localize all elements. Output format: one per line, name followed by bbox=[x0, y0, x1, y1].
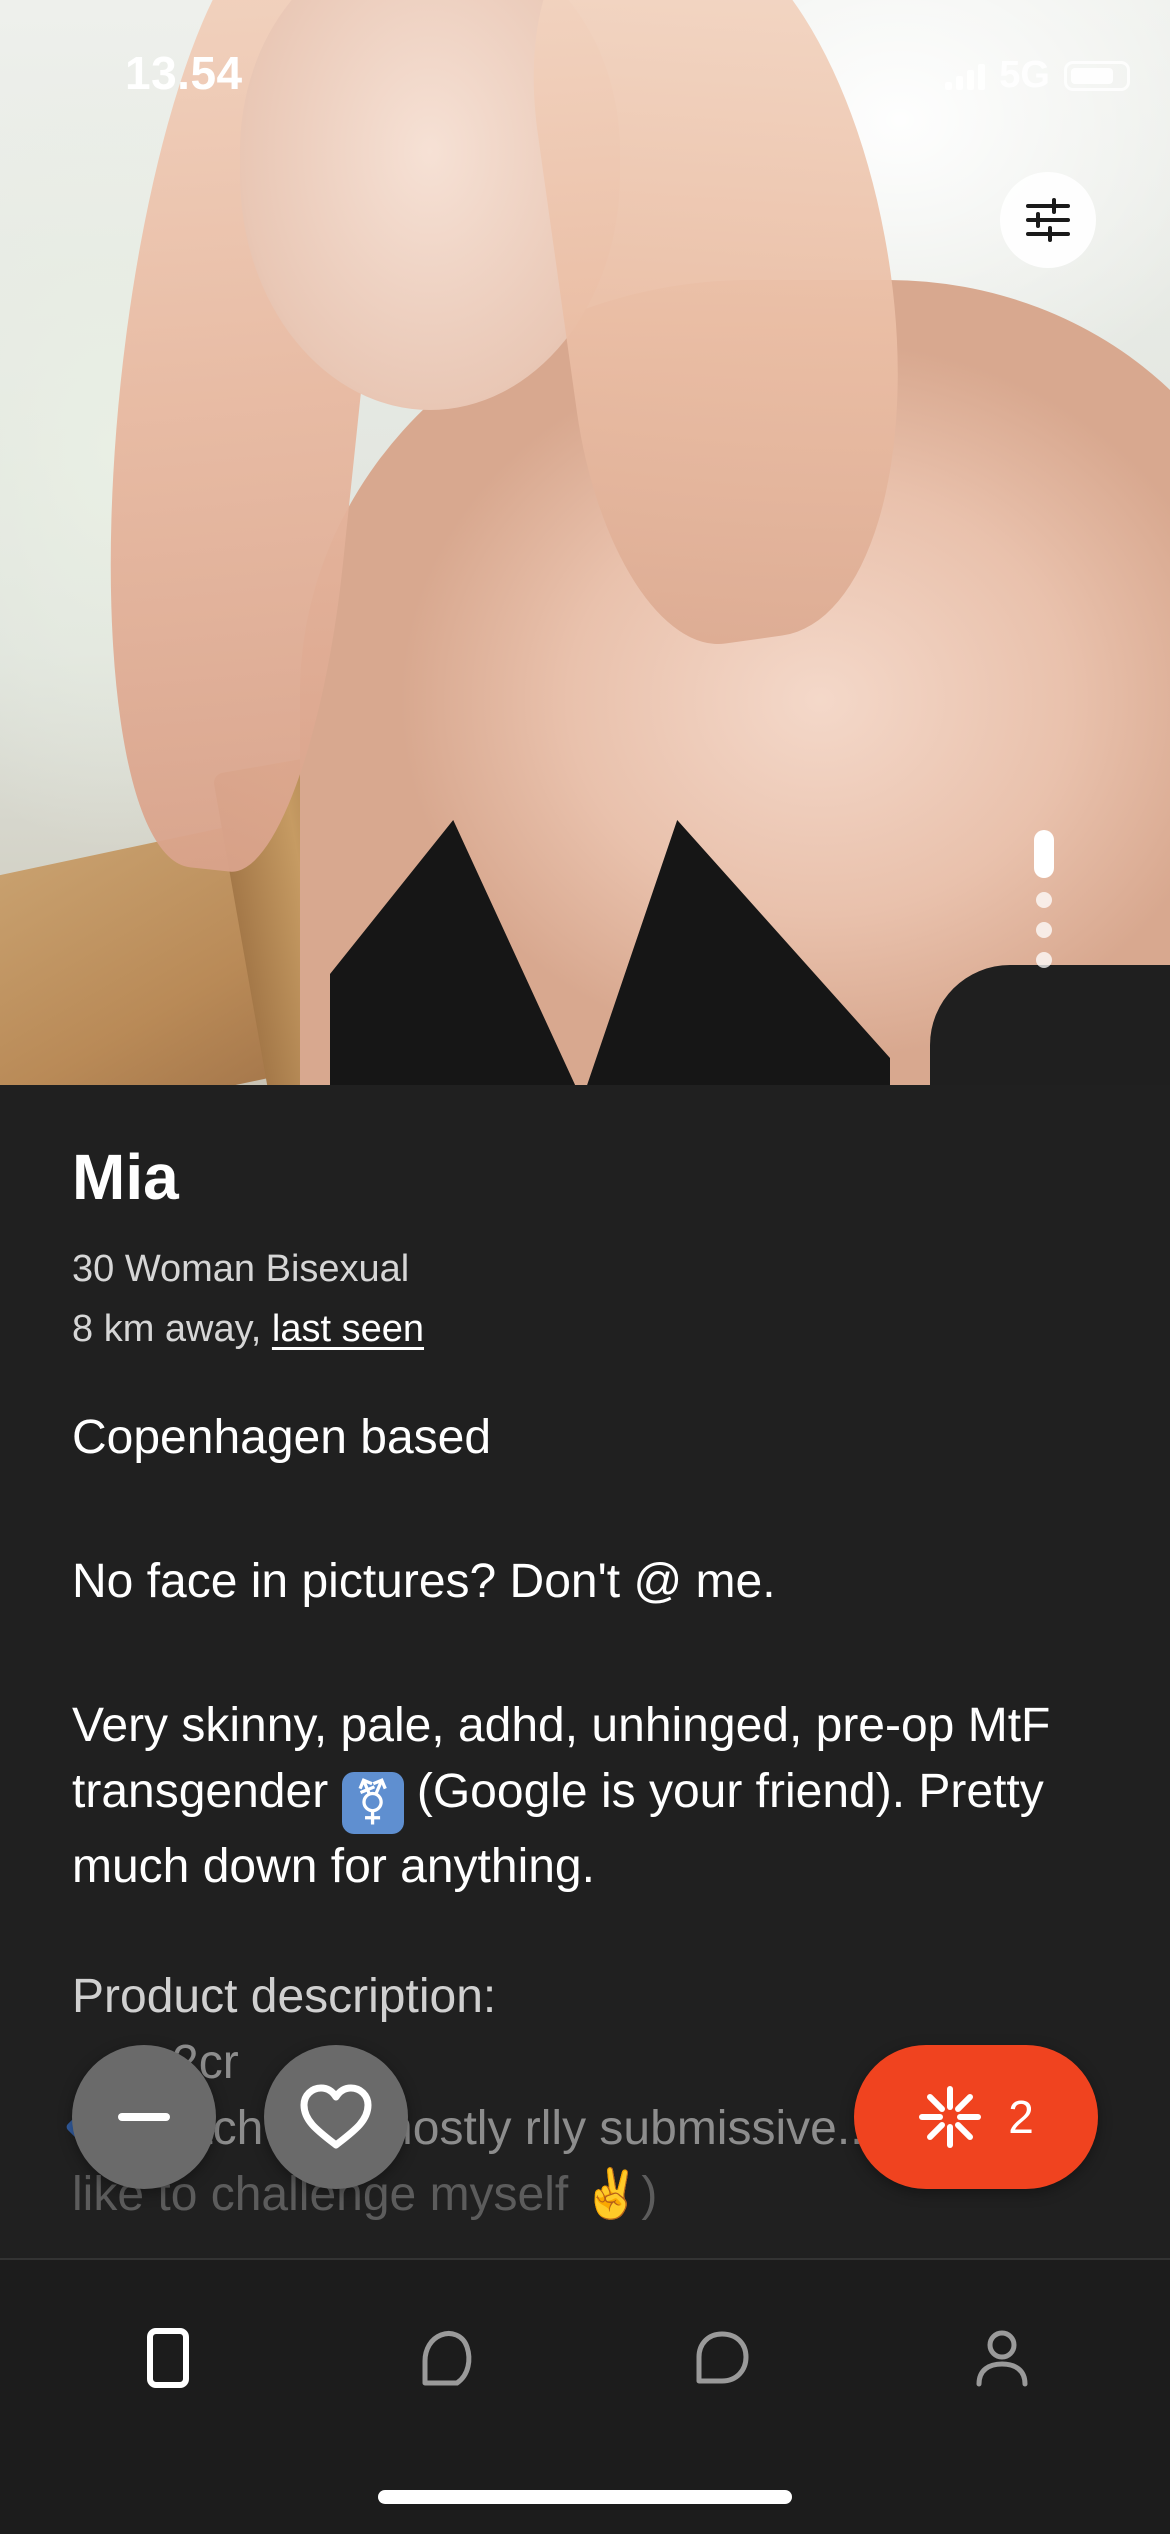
filter-button[interactable] bbox=[1000, 172, 1096, 268]
transgender-symbol-icon: ⚧ bbox=[341, 1772, 404, 1834]
photo-dot[interactable] bbox=[1036, 922, 1052, 938]
nav-item-chats[interactable] bbox=[672, 2318, 772, 2398]
status-time: 13.54 bbox=[125, 47, 243, 99]
bio-paragraph: Very skinny, pale, adhd, unhinged, pre-o… bbox=[72, 1693, 1112, 1900]
ping-count: 2 bbox=[1008, 2091, 1034, 2143]
photo-pagination bbox=[1034, 830, 1054, 968]
last-seen-link[interactable]: last seen bbox=[272, 1308, 424, 1350]
profile-details: 30 Woman Bisexual bbox=[72, 1248, 410, 1290]
card-icon bbox=[147, 2328, 189, 2388]
minus-icon bbox=[118, 2113, 170, 2121]
description-title: Product description: bbox=[72, 1970, 497, 2023]
photo-subject-sleeve bbox=[930, 965, 1170, 1085]
photo-dot[interactable] bbox=[1036, 952, 1052, 968]
photo-dot[interactable] bbox=[1036, 892, 1052, 908]
status-indicators: 5G bbox=[945, 54, 1130, 97]
sparkle-icon bbox=[919, 2086, 982, 2148]
blob-icon bbox=[422, 2331, 472, 2386]
pass-button[interactable] bbox=[72, 2045, 216, 2189]
person-icon bbox=[976, 2330, 1028, 2387]
battery-icon bbox=[1064, 60, 1130, 91]
profile-photo[interactable] bbox=[0, 0, 1170, 1085]
profile-meta: 30 Woman Bisexual 8 km away, last seen bbox=[72, 1239, 1112, 1359]
bio-paragraph: No face in pictures? Don't @ me. bbox=[72, 1555, 776, 1608]
nav-item-profile[interactable] bbox=[952, 2318, 1052, 2398]
nav-item-likes[interactable] bbox=[396, 2318, 496, 2398]
like-button[interactable] bbox=[264, 2045, 408, 2189]
network-label: 5G bbox=[999, 54, 1050, 96]
profile-name: Mia bbox=[72, 1141, 179, 1213]
signal-icon bbox=[945, 62, 986, 90]
nav-item-discover[interactable] bbox=[118, 2318, 218, 2398]
description-text: Switch (tbh mostly rlly submissive.. But… bbox=[122, 2102, 976, 2155]
home-indicator bbox=[378, 2490, 792, 2504]
bio-paragraph: Copenhagen based bbox=[72, 1411, 492, 1464]
heart-icon bbox=[300, 2084, 372, 2149]
chat-bubble-icon bbox=[696, 2331, 749, 2384]
photo-dot-active[interactable] bbox=[1034, 830, 1054, 878]
profile-distance-line: 8 km away, last seen bbox=[72, 1299, 1112, 1359]
sliders-icon bbox=[1026, 198, 1070, 242]
ping-button[interactable]: 2 bbox=[854, 2045, 1098, 2189]
profile-distance: 8 km away, bbox=[72, 1308, 262, 1350]
